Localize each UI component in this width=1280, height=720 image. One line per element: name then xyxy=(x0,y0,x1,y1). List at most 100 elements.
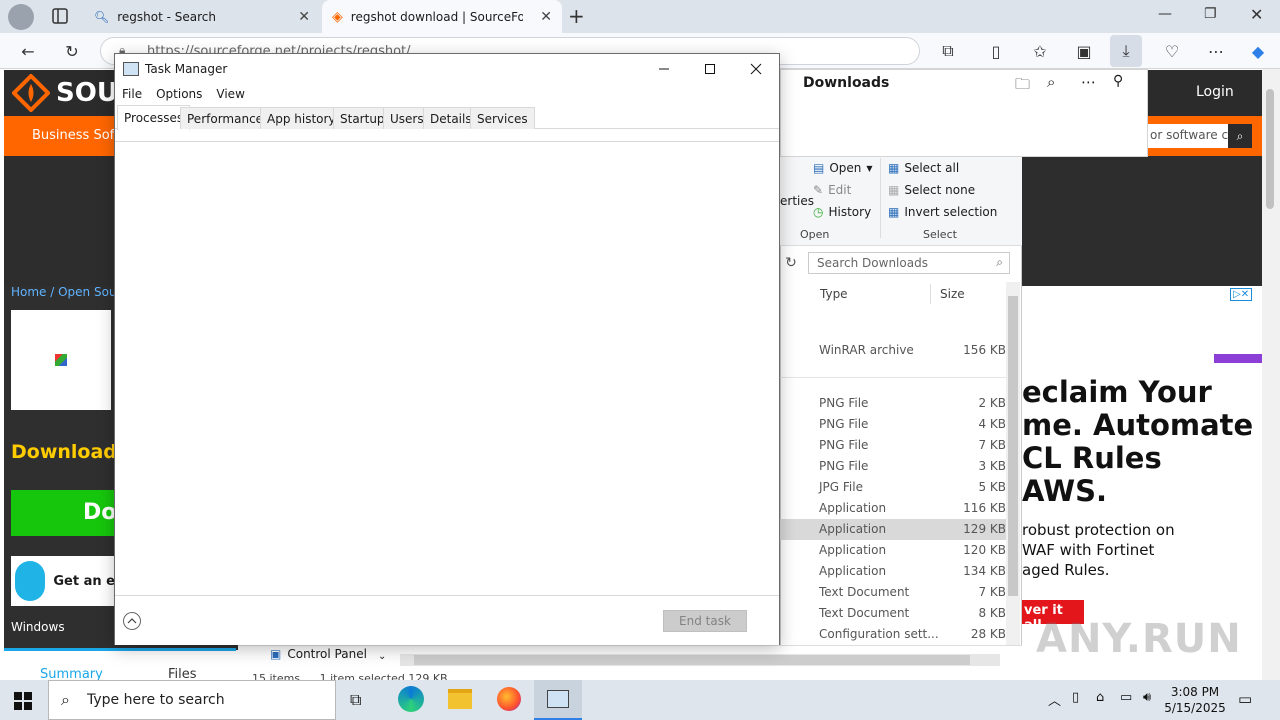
nav-control-panel[interactable]: ▣ Control Panel xyxy=(270,647,367,661)
extensions-icon[interactable]: ⧉ xyxy=(932,35,964,67)
more-options-icon[interactable]: ⋯ xyxy=(1081,73,1096,91)
menu-options[interactable]: Options xyxy=(149,87,209,101)
newsletter-box[interactable]: Get an e xyxy=(11,556,115,606)
camera-icon[interactable]: ⌂ xyxy=(1096,690,1104,705)
tab-actions-icon[interactable] xyxy=(50,6,70,26)
downloads-icon[interactable]: ⤓ xyxy=(1110,35,1142,67)
notifications-icon[interactable]: ▭ xyxy=(1238,690,1252,708)
file-row[interactable]: Application 120 KB xyxy=(780,540,1006,561)
new-tab-icon[interactable]: + xyxy=(568,4,585,28)
show-hidden-icons[interactable]: ︿ xyxy=(1048,690,1061,709)
tab-app-history[interactable]: App history xyxy=(260,107,343,129)
menu-view[interactable]: View xyxy=(209,87,251,101)
scrollbar-thumb[interactable] xyxy=(414,655,970,665)
file-type: Text Document xyxy=(819,585,910,599)
advertisement[interactable]: ▷✕ eclaim Your me. Automate CL Rules AWS… xyxy=(1022,286,1262,680)
split-screen-icon[interactable]: ▯ xyxy=(980,35,1012,67)
sourceforge-logo-icon[interactable] xyxy=(12,74,50,112)
invert-selection-button[interactable]: ▦ Invert selection xyxy=(888,205,997,219)
select-all-button[interactable]: ▦ Select all xyxy=(888,161,959,175)
horizontal-scrollbar[interactable] xyxy=(400,654,1000,666)
file-row-selected[interactable]: Application 129 KB xyxy=(780,519,1006,540)
search-icon[interactable]: ⌕ xyxy=(1228,124,1252,148)
browser-essentials-icon[interactable]: ♡ xyxy=(1156,35,1188,67)
file-row[interactable]: Configuration sett... 28 KB xyxy=(780,624,1006,645)
file-row[interactable]: Text Document 7 KB xyxy=(780,582,1006,603)
tab-performance[interactable]: Performance xyxy=(180,107,271,129)
menu-file[interactable]: File xyxy=(115,87,149,101)
file-row[interactable]: Application 116 KB xyxy=(780,498,1006,519)
end-task-label: End task xyxy=(679,614,731,628)
file-row[interactable]: PNG File 2 KB xyxy=(780,393,1006,414)
adchoices-icon[interactable]: ▷✕ xyxy=(1230,288,1253,301)
sourceforge-search-input[interactable]: or software c xyxy=(1146,124,1228,148)
file-type: Application xyxy=(819,564,887,578)
close-tab-icon[interactable]: ✕ xyxy=(298,9,310,25)
taskbar-search-box[interactable]: ⌕ Type here to search xyxy=(48,680,336,720)
fewer-details-icon[interactable] xyxy=(123,612,141,630)
file-row[interactable]: Text Document 8 KB xyxy=(780,603,1006,624)
tab-sourceforge[interactable]: ◈ regshot download | SourceForge ✕ xyxy=(322,0,562,33)
page-scrollbar[interactable] xyxy=(1262,69,1280,680)
maximize-icon[interactable] xyxy=(687,54,733,84)
favorites-icon[interactable]: ✩ xyxy=(1024,35,1056,67)
task-manager-titlebar[interactable]: Task Manager xyxy=(115,54,779,84)
tab-label: App history xyxy=(267,111,336,126)
network-icon[interactable]: ▭ xyxy=(1120,690,1132,705)
file-explorer-icon[interactable] xyxy=(448,689,472,709)
volume-icon[interactable]: 🔊︎ xyxy=(1143,690,1151,705)
column-header-size[interactable]: Size xyxy=(940,287,965,301)
pin-icon[interactable]: ⚲ xyxy=(1113,73,1123,89)
properties-button[interactable]: erties xyxy=(780,194,814,208)
copilot-icon[interactable]: ◆ xyxy=(1242,35,1274,67)
edit-button[interactable]: ✎ Edit xyxy=(813,183,851,197)
file-row[interactable]: JPG File 5 KB xyxy=(780,477,1006,498)
newsletter-text: Get an e xyxy=(53,573,115,589)
scrollbar-thumb[interactable] xyxy=(1008,296,1018,596)
download-button[interactable]: Do xyxy=(11,490,116,536)
breadcrumb[interactable]: Home / Open Sourc xyxy=(11,285,128,299)
file-list-scrollbar[interactable] xyxy=(1006,282,1020,650)
tab-services[interactable]: Services xyxy=(470,107,535,129)
open-button[interactable]: ▤ Open ▼ xyxy=(813,161,873,175)
battery-icon[interactable]: ▯ xyxy=(1072,690,1079,705)
select-none-button[interactable]: ▦ Select none xyxy=(888,183,975,197)
login-link[interactable]: Login xyxy=(1196,84,1234,100)
task-view-icon[interactable]: ⧉ xyxy=(350,690,361,710)
close-tab-icon[interactable]: ✕ xyxy=(540,9,552,25)
explorer-search-input[interactable]: Search Downloads ⌕ xyxy=(808,252,1010,274)
close-window-icon[interactable]: ✕ xyxy=(1250,5,1263,24)
ad-headline-1: eclaim Your xyxy=(1022,375,1212,409)
clock[interactable]: 3:08 PM 5/15/2025 xyxy=(1160,684,1230,716)
close-icon[interactable] xyxy=(733,54,779,84)
restore-window-icon[interactable]: ❐ xyxy=(1204,6,1217,22)
end-task-button[interactable]: End task xyxy=(663,610,747,632)
file-row[interactable]: PNG File 4 KB xyxy=(780,414,1006,435)
scrollbar-thumb[interactable] xyxy=(1266,89,1274,209)
back-icon[interactable]: ← xyxy=(12,35,44,67)
collections-icon[interactable]: ▣ xyxy=(1068,35,1100,67)
more-options-icon[interactable]: ⋯ xyxy=(1200,35,1232,67)
tab-regshot-search[interactable]: 🔍︎ regshot - Search ✕ xyxy=(84,0,320,33)
search-icon[interactable]: ⌕ xyxy=(1047,73,1055,91)
file-row[interactable]: PNG File 7 KB xyxy=(780,435,1006,456)
nav-business-software[interactable]: Business Soft xyxy=(32,128,119,143)
refresh-icon[interactable]: ↻ xyxy=(780,252,802,274)
explorer-search-placeholder: Search Downloads xyxy=(817,256,928,270)
process-list[interactable] xyxy=(115,142,779,594)
minimize-window-icon[interactable]: — xyxy=(1158,6,1172,22)
windows-start-icon[interactable] xyxy=(14,692,32,710)
file-row[interactable]: Application 134 KB xyxy=(780,561,1006,582)
file-row[interactable]: WinRAR archive 156 KB xyxy=(780,340,1006,361)
history-button[interactable]: ◷ History xyxy=(813,205,871,219)
file-row[interactable]: PNG File 3 KB xyxy=(780,456,1006,477)
task-manager-taskbar-button[interactable] xyxy=(534,680,582,720)
minimize-icon[interactable] xyxy=(641,54,687,84)
edge-icon[interactable] xyxy=(398,686,424,712)
firefox-icon[interactable] xyxy=(497,687,521,711)
profile-avatar-icon[interactable] xyxy=(8,4,34,30)
chevron-down-icon[interactable]: ⌄ xyxy=(378,651,386,662)
refresh-icon[interactable]: ↻ xyxy=(56,35,88,67)
column-header-type[interactable]: Type xyxy=(820,287,848,301)
open-folder-icon[interactable]: 🗀︎ xyxy=(1015,74,1030,99)
